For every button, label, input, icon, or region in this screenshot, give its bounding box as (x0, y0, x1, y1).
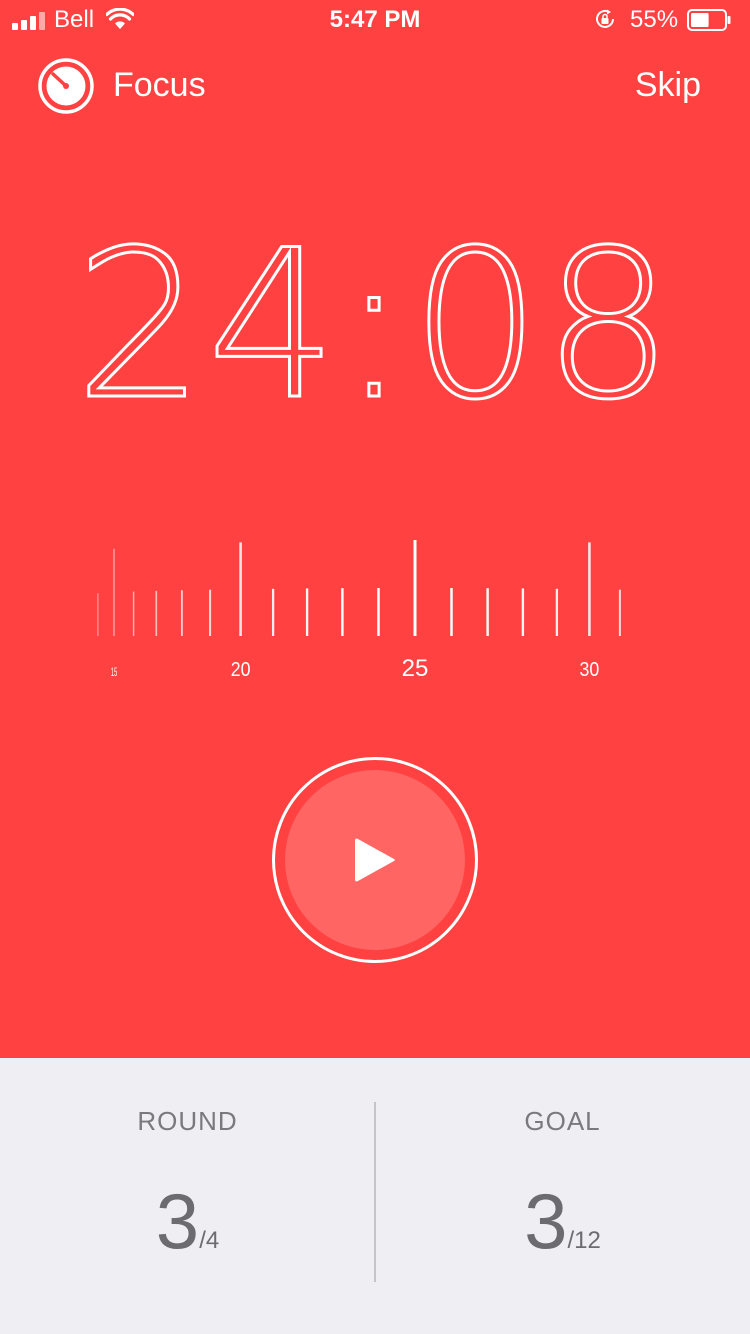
round-total: /4 (199, 1227, 220, 1254)
status-bar: Bell 5:47 PM 55% (0, 0, 750, 40)
battery-percentage: 55% (630, 6, 679, 33)
goal-label: GOAL (524, 1106, 601, 1136)
battery-icon (687, 9, 731, 31)
header: Focus Skip (0, 50, 750, 122)
ruler-label: 15 (111, 666, 118, 679)
timer-colon: : (338, 207, 411, 445)
round-stat: ROUND 3/4 (0, 1058, 375, 1334)
goal-total: /12 (567, 1227, 601, 1254)
skip-button[interactable]: Skip (635, 66, 701, 105)
page-title: Focus (113, 66, 206, 104)
timer-minutes: 24 (73, 207, 340, 445)
ruler-label: 25 (402, 655, 429, 682)
round-value: 3/4 (0, 1176, 375, 1267)
goal-stat: GOAL 3/12 (375, 1058, 750, 1334)
round-current: 3 (155, 1177, 200, 1265)
round-label: ROUND (137, 1106, 238, 1136)
goal-value: 3/12 (375, 1176, 750, 1267)
stopwatch-icon (38, 58, 94, 114)
play-icon (355, 838, 395, 882)
timer-seconds: 08 (409, 207, 676, 445)
timer-display: 24:08 (0, 222, 750, 430)
ruler-label: 30 (580, 659, 600, 682)
ruler-label: 20 (231, 659, 251, 682)
stats-panel: ROUND 3/4 GOAL 3/12 (0, 1058, 750, 1334)
goal-current: 3 (524, 1177, 568, 1265)
orientation-lock-icon (596, 9, 614, 28)
duration-ruler[interactable]: 15 20 25 30 (0, 530, 750, 690)
